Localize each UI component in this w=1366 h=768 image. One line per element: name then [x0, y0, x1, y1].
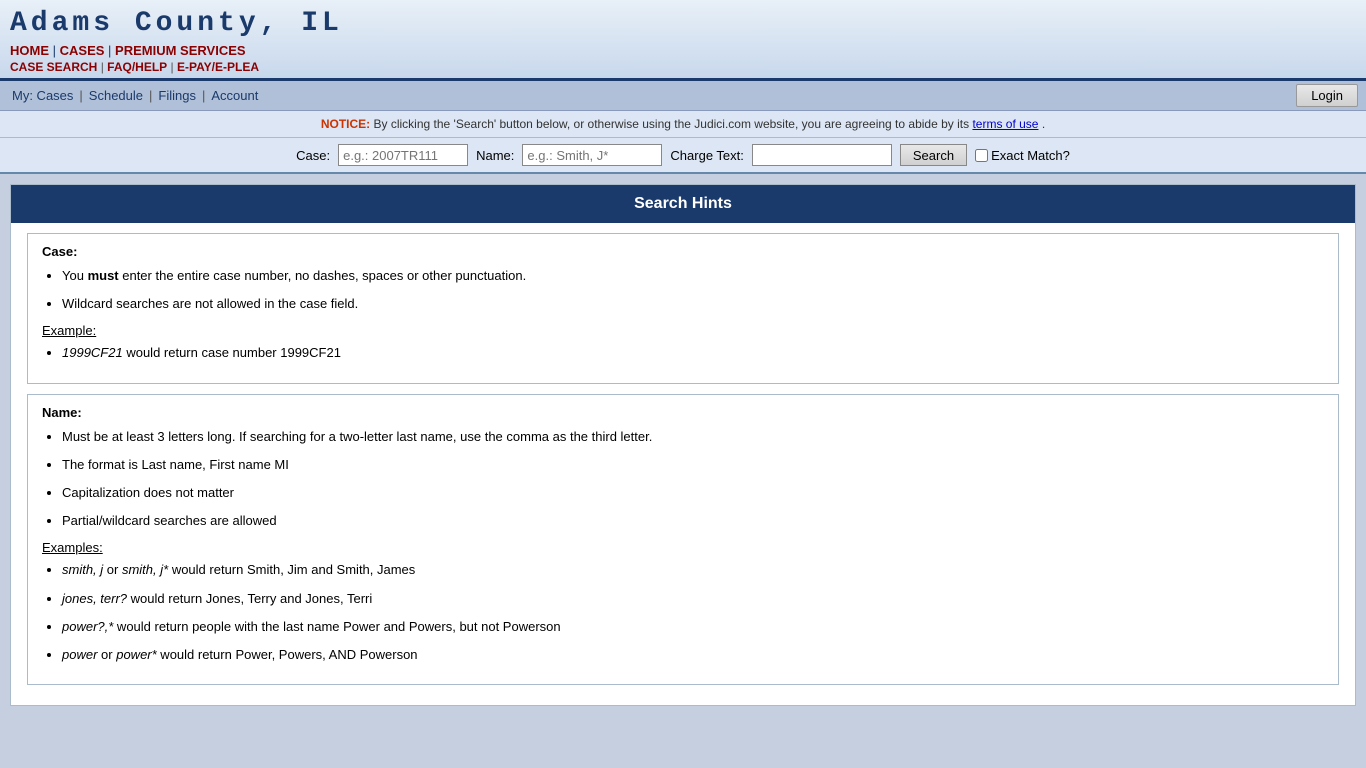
terms-link[interactable]: terms of use [972, 117, 1038, 131]
exact-match-checkbox[interactable] [975, 149, 988, 162]
case-input[interactable] [338, 144, 468, 166]
exact-match-text: Exact Match? [991, 148, 1070, 163]
search-hints-header: Search Hints [11, 185, 1355, 223]
name-bullet-4: Partial/wildcard searches are allowed [62, 512, 1324, 530]
epay-link[interactable]: E-PAY/E-PLEA [177, 60, 259, 74]
charge-input[interactable] [752, 144, 892, 166]
case-bullets: You must enter the entire case number, n… [62, 267, 1324, 313]
main-content: Search Hints Case: You must enter the en… [10, 184, 1356, 706]
name-example-2: jones, terr? would return Jones, Terry a… [62, 590, 1324, 608]
search-button[interactable]: Search [900, 144, 967, 166]
cases-link[interactable]: CASES [60, 43, 105, 58]
name-example-3: power?,* would return people with the la… [62, 618, 1324, 636]
exact-match-label[interactable]: Exact Match? [975, 148, 1070, 163]
home-link[interactable]: HOME [10, 43, 49, 58]
case-label: Case: [296, 148, 330, 163]
name-example-4: power or power* would return Power, Powe… [62, 646, 1324, 664]
charge-label: Charge Text: [670, 148, 743, 163]
name-bullet-3: Capitalization does not matter [62, 484, 1324, 502]
premium-link[interactable]: PREMIUM SERVICES [115, 43, 246, 58]
schedule-link[interactable]: Schedule [85, 86, 147, 105]
notice-text: By clicking the 'Search' button below, o… [374, 117, 970, 131]
notice-bar: NOTICE: By clicking the 'Search' button … [0, 111, 1366, 138]
my-cases-link[interactable]: My: Cases [8, 86, 77, 105]
name-examples-label: Examples: [42, 540, 1324, 555]
case-hint-section: Case: You must enter the entire case num… [27, 233, 1339, 384]
name-example-1: smith, j or smith, j* would return Smith… [62, 561, 1324, 579]
name-label: Name: [476, 148, 514, 163]
case-example-label: Example: [42, 323, 1324, 338]
case-bullet-1: You must enter the entire case number, n… [62, 267, 1324, 285]
account-link[interactable]: Account [207, 86, 262, 105]
case-example-bullets: 1999CF21 would return case number 1999CF… [62, 344, 1324, 362]
name-hint-section: Name: Must be at least 3 letters long. I… [27, 394, 1339, 686]
filings-link[interactable]: Filings [154, 86, 200, 105]
search-bar: Case: Name: Charge Text: Search Exact Ma… [0, 138, 1366, 174]
site-title: Adams County, IL [10, 8, 343, 39]
header-left: Adams County, IL HOME | CASES | PREMIUM … [10, 8, 343, 74]
name-bullets: Must be at least 3 letters long. If sear… [62, 428, 1324, 531]
name-section-heading: Name: [42, 405, 1324, 420]
header-nav: HOME | CASES | PREMIUM SERVICES [10, 43, 343, 58]
nav-bar: My: Cases | Schedule | Filings | Account… [0, 81, 1366, 111]
page-header: Adams County, IL HOME | CASES | PREMIUM … [0, 0, 1366, 81]
name-example-bullets: smith, j or smith, j* would return Smith… [62, 561, 1324, 664]
case-section-heading: Case: [42, 244, 1324, 259]
sub-nav: CASE SEARCH | FAQ/HELP | E-PAY/E-PLEA [10, 60, 343, 74]
faq-link[interactable]: FAQ/HELP [107, 60, 167, 74]
name-input[interactable] [522, 144, 662, 166]
case-bullet-2: Wildcard searches are not allowed in the… [62, 295, 1324, 313]
case-search-link[interactable]: CASE SEARCH [10, 60, 97, 74]
notice-period: . [1042, 117, 1045, 131]
nav-links: My: Cases | Schedule | Filings | Account [8, 81, 262, 110]
name-bullet-2: The format is Last name, First name MI [62, 456, 1324, 474]
name-bullet-1: Must be at least 3 letters long. If sear… [62, 428, 1324, 446]
notice-label: NOTICE: [321, 117, 370, 131]
hints-body: Case: You must enter the entire case num… [11, 223, 1355, 705]
login-button[interactable]: Login [1296, 84, 1358, 107]
case-example-1: 1999CF21 would return case number 1999CF… [62, 344, 1324, 362]
